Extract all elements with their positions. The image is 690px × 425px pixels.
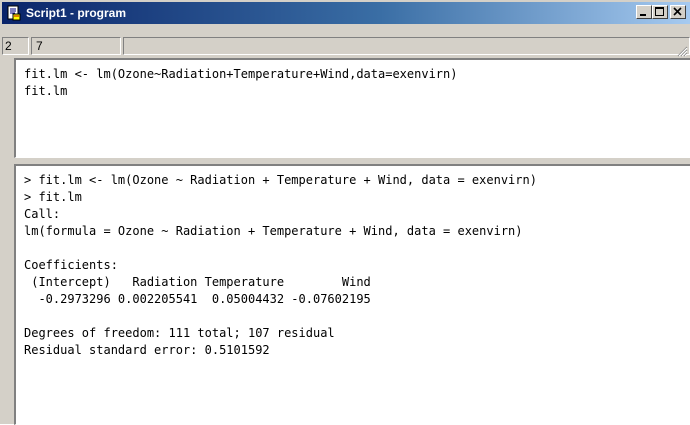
window-title: Script1 - program	[26, 6, 127, 20]
status-message-field	[123, 37, 690, 55]
output-line: Coefficients:	[24, 258, 118, 272]
output-text: > fit.lm <- lm(Ozone ~ Radiation + Tempe…	[24, 172, 537, 359]
script-line[interactable]: fit.lm <- lm(Ozone~Radiation+Temperature…	[24, 66, 457, 83]
script-editor[interactable]: fit.lm <- lm(Ozone~Radiation+Temperature…	[14, 58, 690, 158]
resize-grip-icon[interactable]	[676, 42, 688, 57]
close-button[interactable]	[670, 5, 686, 19]
script-text[interactable]: fit.lm <- lm(Ozone~Radiation+Temperature…	[24, 66, 457, 100]
output-line: > fit.lm	[24, 190, 82, 204]
script-window: Script1 - program 2 7 fit.lm <- lm(Ozone…	[0, 0, 690, 425]
output-line: Degrees of freedom: 111 total; 107 resid…	[24, 326, 335, 340]
title-bar[interactable]: Script1 - program	[2, 2, 690, 24]
minimize-icon	[640, 14, 646, 16]
output-line: Residual standard error: 0.5101592	[24, 343, 270, 357]
maximize-button[interactable]	[652, 5, 668, 19]
output-console[interactable]: > fit.lm <- lm(Ozone ~ Radiation + Tempe…	[14, 164, 690, 425]
output-line: > fit.lm <- lm(Ozone ~ Radiation + Tempe…	[24, 173, 537, 187]
script-document-icon	[6, 5, 22, 21]
minimize-button[interactable]	[636, 5, 652, 19]
output-line: lm(formula = Ozone ~ Radiation + Tempera…	[24, 224, 523, 238]
column-number-field: 7	[31, 37, 121, 55]
line-number-field: 2	[2, 37, 29, 55]
output-line: (Intercept) Radiation Temperature Wind	[24, 275, 371, 289]
output-line: -0.2973296 0.002205541 0.05004432 -0.076…	[24, 292, 371, 306]
status-bar: 2 7	[2, 36, 690, 57]
output-line: Call:	[24, 207, 61, 221]
maximize-icon	[655, 7, 664, 16]
script-line[interactable]: fit.lm	[24, 83, 457, 100]
close-icon	[673, 7, 682, 16]
